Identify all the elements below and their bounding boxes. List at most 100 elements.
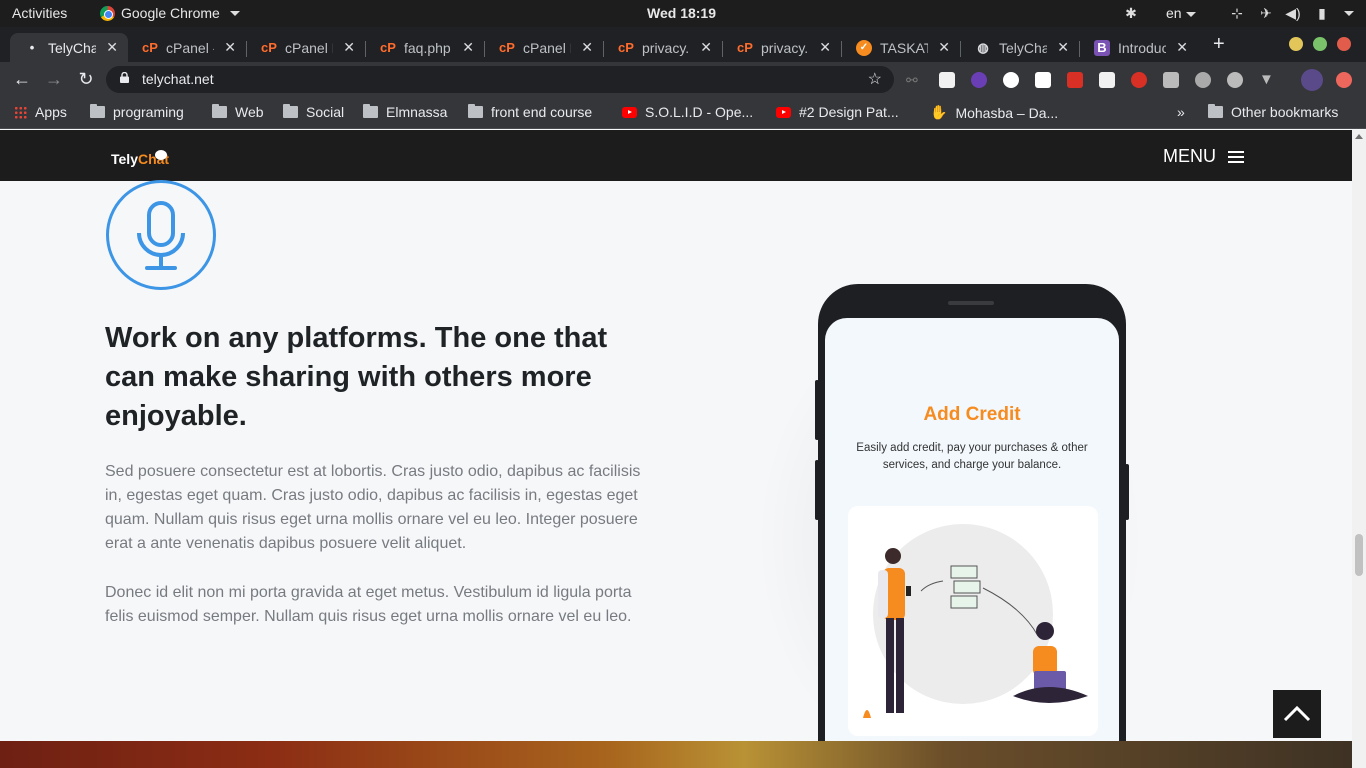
app-name: Google Chrome — [121, 5, 220, 21]
close-icon[interactable]: ✕ — [938, 39, 950, 56]
clock[interactable]: Wed 18:19 — [647, 5, 716, 21]
page-scrollbar[interactable] — [1352, 130, 1366, 768]
close-icon[interactable]: ✕ — [1176, 39, 1188, 56]
maximize-button[interactable] — [1313, 37, 1327, 51]
browser-toolbar: ← → ↻ telychat.net ☆ ⚯ 16 9515 ▼ — [0, 62, 1366, 155]
bookmark-folder-web[interactable]: Web — [212, 104, 264, 120]
spy-extension-icon[interactable] — [1227, 72, 1243, 88]
tab-title: faq.php — [404, 39, 451, 56]
tab-cpanel[interactable]: cP cPanel - ✕ — [128, 33, 246, 62]
tab-cpanel[interactable]: cP cPanel F ✕ — [247, 33, 365, 62]
globe-extension-icon[interactable] — [1195, 72, 1211, 88]
bookmark-solid[interactable]: S.O.L.I.D - Ope... — [622, 104, 753, 120]
close-icon[interactable]: ✕ — [106, 39, 118, 56]
bookmarks-bar: Apps programing Web Social Elmnassa fron… — [0, 96, 1366, 129]
activities-button[interactable]: Activities — [12, 5, 67, 21]
illustration-card — [848, 506, 1098, 736]
bookmark-label: Mohasba – Da... — [955, 104, 1059, 121]
close-icon[interactable]: ✕ — [343, 39, 355, 56]
tab-telychat[interactable]: • TelyChat ✕ — [10, 33, 128, 62]
tab-telychat-2[interactable]: ◍ TelyChat ✕ — [961, 33, 1079, 62]
close-icon[interactable]: ✕ — [1057, 39, 1069, 56]
address-bar[interactable]: telychat.net ☆ — [106, 66, 894, 93]
back-button[interactable]: ← — [12, 69, 32, 89]
bookmark-label: Web — [235, 104, 264, 120]
tab-taskat[interactable]: ✓ TASKAT ✕ — [842, 33, 960, 62]
new-tab-button[interactable]: + — [1213, 33, 1225, 56]
menu-label: MENU — [1163, 146, 1216, 166]
cpanel-icon: cP — [261, 39, 277, 55]
close-icon[interactable]: ✕ — [700, 39, 712, 56]
tab-title: cPanel - — [166, 39, 215, 56]
phone-screen: Add Credit Easily add credit, pay your p… — [825, 318, 1119, 764]
bookmark-folder-programing[interactable]: programing — [90, 104, 184, 120]
avatar[interactable] — [1301, 69, 1323, 91]
minimize-button[interactable] — [1289, 37, 1303, 51]
battery-icon[interactable]: ▮ — [1314, 5, 1330, 21]
close-icon[interactable]: ✕ — [462, 39, 474, 56]
tab-strip: • TelyChat ✕ cP cPanel - ✕ cP cPanel F ✕… — [0, 27, 1366, 62]
tab-title: TASKAT — [880, 39, 929, 56]
system-menu-chevron-icon[interactable] — [1344, 11, 1354, 16]
close-icon[interactable]: ✕ — [224, 39, 236, 56]
bookmark-folder-social[interactable]: Social — [283, 104, 344, 120]
apps-grid-icon — [14, 105, 27, 119]
language-selector[interactable]: en — [1166, 5, 1196, 21]
tab-title: TelyChat — [48, 39, 97, 56]
folder-icon — [212, 104, 227, 118]
volume-icon[interactable]: ◀) — [1285, 5, 1301, 21]
bookmark-label: #2 Design Pat... — [799, 104, 899, 120]
folder-icon — [283, 104, 298, 118]
scroll-up-arrow-icon[interactable] — [1355, 134, 1363, 139]
folder-icon — [468, 104, 483, 118]
tab-title: privacy. — [761, 39, 809, 56]
tab-privacy[interactable]: cP privacy. ✕ — [604, 33, 722, 62]
taskat-icon: ✓ — [856, 39, 872, 56]
reload-button[interactable]: ↻ — [76, 69, 96, 89]
network-icon[interactable]: ⊹ — [1229, 5, 1245, 21]
logo-text-tely: Tely — [111, 151, 138, 167]
menu-button[interactable]: MENU — [1163, 146, 1244, 167]
tab-introduction[interactable]: B Introduc ✕ — [1080, 33, 1198, 62]
square-extension-icon[interactable] — [1099, 72, 1115, 88]
scrollbar-thumb[interactable] — [1355, 534, 1363, 576]
mail-extension-icon[interactable] — [1067, 72, 1083, 88]
scroll-to-top-button[interactable] — [1273, 690, 1321, 738]
folder-icon — [90, 104, 105, 118]
close-icon[interactable]: ✕ — [581, 39, 593, 56]
forward-button[interactable]: → — [44, 69, 64, 89]
vue-extension-icon[interactable]: ▼ — [1259, 72, 1275, 88]
update-icon[interactable] — [1336, 72, 1352, 88]
bookmarks-overflow-button[interactable]: » — [1177, 104, 1185, 120]
h-extension-icon[interactable] — [1003, 72, 1019, 88]
web-page: TelyChat MENU Work on any platforms. The… — [0, 130, 1352, 768]
tab-title: privacy. — [642, 39, 690, 56]
chevron-down-icon — [229, 10, 240, 16]
chrome-icon — [100, 5, 115, 21]
notes-extension-icon[interactable] — [939, 72, 955, 88]
bookmark-folder-elmnassa[interactable]: Elmnassa — [363, 104, 447, 120]
info-extension-icon[interactable] — [1035, 72, 1051, 88]
bookmark-folder-other[interactable]: Other bookmarks — [1208, 104, 1338, 120]
close-window-button[interactable] — [1337, 37, 1351, 51]
lock-icon — [120, 72, 129, 83]
slack-icon[interactable]: ✱ — [1123, 5, 1139, 21]
airplane-icon[interactable]: ✈ — [1258, 5, 1274, 21]
bookmark-mohasba[interactable]: ✋ Mohasba – Da... — [930, 104, 1058, 121]
chevron-up-icon — [1283, 705, 1311, 722]
tab-title: cPanel F — [523, 39, 571, 56]
extension-icon[interactable]: ⚯ — [906, 72, 922, 88]
counter-extension-icon[interactable] — [971, 72, 987, 88]
bookmark-star-icon[interactable]: ☆ — [868, 69, 882, 89]
bookmark-folder-front-end-course[interactable]: front end course — [468, 104, 592, 120]
bookmark-apps[interactable]: Apps — [14, 104, 67, 120]
stop-extension-icon[interactable] — [1131, 72, 1147, 88]
close-icon[interactable]: ✕ — [819, 39, 831, 56]
camera-extension-icon[interactable] — [1163, 72, 1179, 88]
tab-cpanel[interactable]: cP cPanel F ✕ — [485, 33, 603, 62]
tab-privacy[interactable]: cP privacy. ✕ — [723, 33, 841, 62]
app-menu[interactable]: Google Chrome — [100, 5, 240, 21]
tab-faq[interactable]: cP faq.php ✕ — [366, 33, 484, 62]
bookmark-design-patterns[interactable]: #2 Design Pat... — [776, 104, 899, 120]
bookmark-label: S.O.L.I.D - Ope... — [645, 104, 754, 120]
